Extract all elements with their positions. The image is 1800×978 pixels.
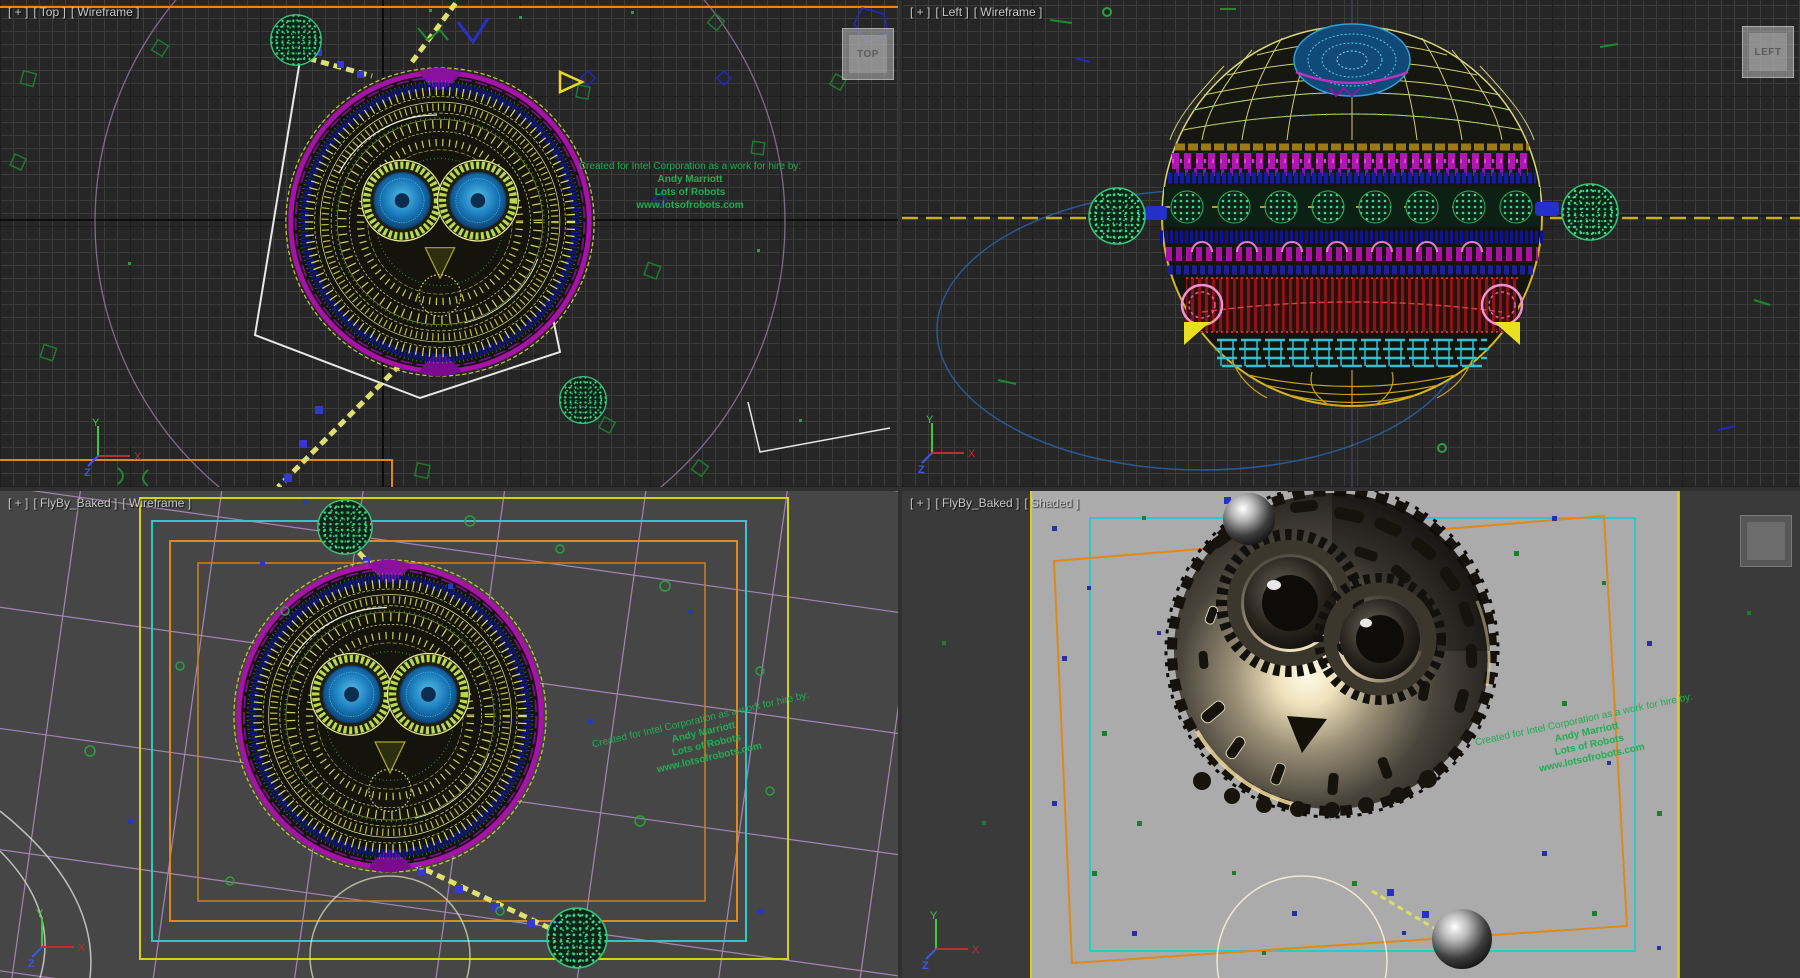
viewcube-icon[interactable]: LEFT [1742, 26, 1794, 78]
viewport-menu-shading[interactable]: [ Wireframe ] [974, 5, 1043, 19]
viewcube-face-label [1747, 522, 1785, 560]
viewport-flyby-wireframe[interactable]: [ + ][ FlyBy_Baked ][ Wireframe ] Create… [0, 491, 898, 978]
watermark-line: Lots of Robots [560, 186, 820, 199]
axis-tripod [922, 910, 980, 972]
green-satellite-sphere-bottom[interactable] [560, 377, 607, 424]
viewport-menu-shading[interactable]: [ Wireframe ] [71, 5, 140, 19]
viewport-label: [ + ] [ FlyBy_Baked ] [ Shaded ] [910, 496, 1084, 510]
axis-tripod [918, 414, 976, 476]
green-satellite-sphere-top[interactable] [271, 15, 321, 65]
viewport-menu-pov[interactable]: [ Top ] [33, 5, 65, 19]
viewport-flyby-shaded[interactable]: [ + ][ FlyBy_Baked ][ Shaded ] Created f… [902, 491, 1800, 978]
scene-left-view [902, 0, 1800, 487]
viewport-top[interactable]: [ + ] [ Top ] [ Wireframe ] Created for In… [0, 0, 898, 487]
viewcube-face-label: LEFT [1749, 33, 1787, 71]
viewport-menu-pov[interactable]: [ Left ] [935, 5, 968, 19]
axis-tripod [28, 908, 86, 970]
watermark-line: Created for Intel Corporation as a work … [560, 160, 820, 173]
viewport-menu-shading[interactable]: [ Shaded ] [1024, 496, 1079, 510]
arm-left [1145, 206, 1167, 220]
viewport-menu-general[interactable]: [ + ] [8, 496, 28, 510]
eye-gear-right [1323, 582, 1437, 696]
viewport-label: [ + ] [ Left ] [ Wireframe ] [910, 5, 1047, 19]
viewport-menu-shading[interactable]: [ Wireframe ] [122, 496, 191, 510]
top-dome [1294, 24, 1410, 96]
viewcube-icon[interactable]: TOP [842, 28, 894, 80]
viewport-menu-pov[interactable]: [ FlyBy_Baked ] [33, 496, 117, 510]
arm-right [1535, 202, 1559, 216]
viewport-menu-general[interactable]: [ + ] [910, 5, 930, 19]
green-satellite-sphere-bottom[interactable] [547, 908, 607, 968]
viewport-menu-general[interactable]: [ + ] [8, 5, 28, 19]
axis-tripod [84, 417, 142, 479]
viewport-left[interactable]: [ + ] [ Left ] [ Wireframe ] LEFT [902, 0, 1800, 487]
viewport-menu-pov[interactable]: [ FlyBy_Baked ] [935, 496, 1019, 510]
viewport-label: [ + ] [ FlyBy_Baked ] [ Wireframe ] [8, 496, 196, 510]
shaded-satellite-sphere-top[interactable] [1223, 493, 1275, 545]
shaded-satellite-sphere-bottom[interactable] [1432, 909, 1492, 969]
watermark-line: Andy Marriott [560, 173, 820, 186]
green-satellite-sphere-right[interactable] [1562, 184, 1618, 240]
path-circle [310, 876, 470, 978]
viewport-menu-general[interactable]: [ + ] [910, 496, 930, 510]
viewport-quad-layout: [ + ] [ Top ] [ Wireframe ] Created for In… [0, 0, 1800, 978]
wireframe-owl-sphere[interactable] [234, 560, 546, 873]
scene-top-view [0, 0, 898, 487]
viewcube-icon[interactable] [1740, 515, 1792, 567]
wireframe-owl-sphere[interactable] [286, 68, 594, 377]
watermark-text: Created for Intel Corporation as a work … [560, 160, 820, 212]
watermark-line: www.lotsofrobots.com [560, 199, 820, 212]
green-satellite-sphere-left[interactable] [1089, 188, 1145, 244]
viewcube-face-label: TOP [849, 35, 887, 73]
viewport-label: [ + ] [ Top ] [ Wireframe ] [8, 5, 144, 19]
wireframe-sphere-left-view[interactable] [1160, 24, 1544, 407]
green-satellite-sphere-top[interactable] [318, 500, 372, 554]
